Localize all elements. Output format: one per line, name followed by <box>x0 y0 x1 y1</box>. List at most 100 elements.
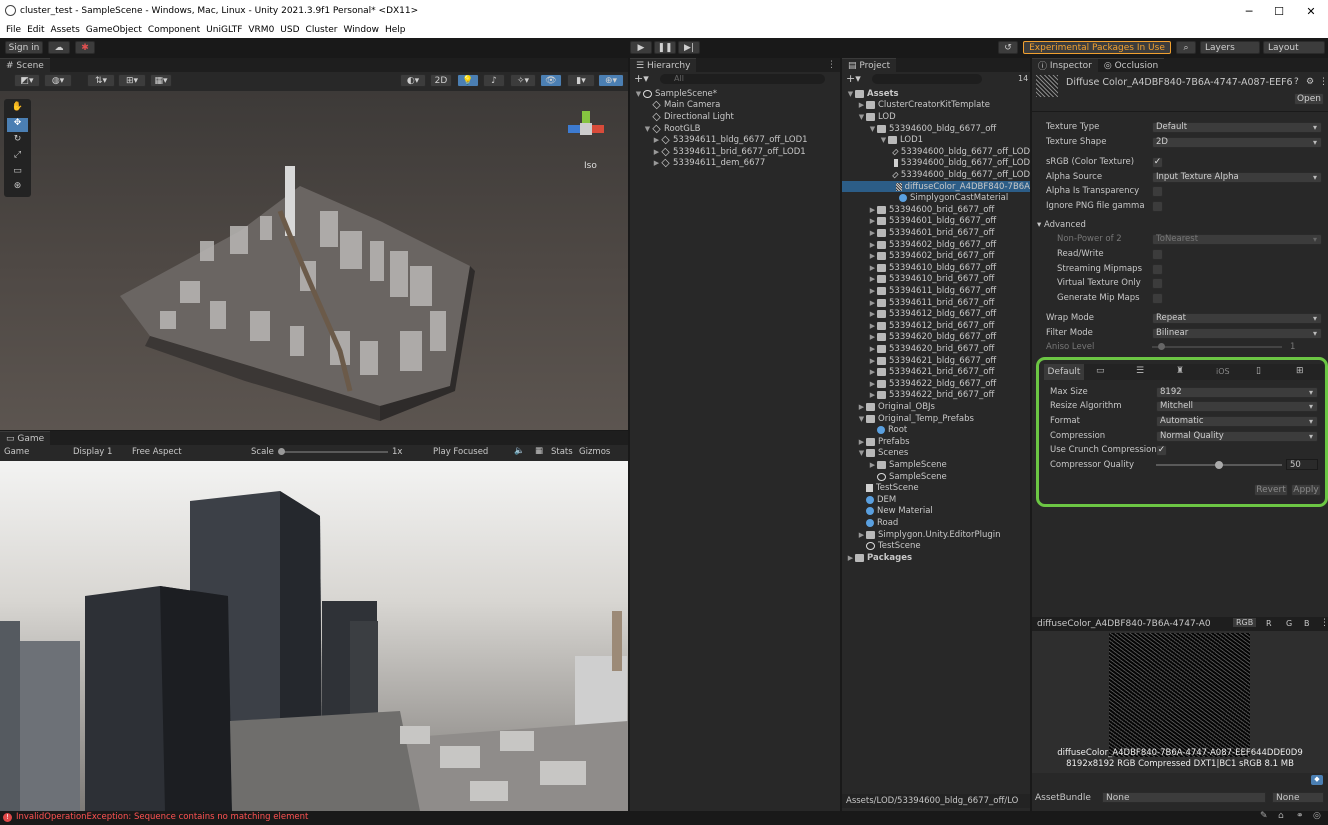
cloud-icon[interactable]: ☁ <box>48 41 70 54</box>
help-icon[interactable]: ? <box>1294 77 1299 87</box>
srgb-checkbox[interactable]: ✓ <box>1152 156 1163 168</box>
scale-slider[interactable] <box>278 448 388 455</box>
read-write-checkbox[interactable] <box>1152 248 1163 260</box>
resize-algorithm-dropdown[interactable]: Mitchell <box>1156 400 1318 412</box>
chevron-right-icon[interactable]: ▶ <box>868 357 877 365</box>
texture-shape-dropdown[interactable]: 2D <box>1152 136 1322 148</box>
tab-occlusion[interactable]: ◎ Occlusion <box>1097 58 1165 72</box>
layers-dropdown[interactable]: Layers <box>1200 41 1260 54</box>
hierarchy-search-input[interactable]: All <box>660 74 825 84</box>
project-item-row[interactable]: ▶ 53394611_bldg_6677_off <box>842 285 1030 297</box>
compressor-quality-value[interactable]: 50 <box>1286 459 1318 470</box>
tab-scene[interactable]: # Scene <box>0 58 50 72</box>
menu-item-assets[interactable]: Assets <box>51 25 80 35</box>
revert-button[interactable]: Revert <box>1254 484 1288 496</box>
settings-icon[interactable]: ⚙ <box>1306 77 1314 87</box>
project-item-row[interactable]: 53394600_bldg_6677_off_LOD <box>842 146 1030 158</box>
project-item-row[interactable]: TestScene <box>842 540 1030 552</box>
shading-mode-icon[interactable]: ◐▾ <box>400 74 426 87</box>
project-item-row[interactable]: 53394600_bldg_6677_off_LOD <box>842 158 1030 170</box>
alpha-transparency-checkbox[interactable] <box>1152 185 1163 197</box>
project-item-row[interactable]: ▶ 53394620_brid_6677_off <box>842 343 1030 355</box>
chevron-right-icon[interactable]: ▶ <box>868 275 877 283</box>
project-item-row[interactable]: ▶ 53394620_bldg_6677_off <box>842 332 1030 344</box>
hidden-objects-icon[interactable]: 👁 <box>540 74 562 87</box>
label-tag-icon[interactable]: ◆ <box>1311 775 1323 785</box>
menu-item-gameobject[interactable]: GameObject <box>86 25 142 35</box>
project-item-row[interactable]: ▶ SampleScene <box>842 459 1030 471</box>
play-mode-dropdown[interactable]: Play Focused <box>433 447 488 457</box>
project-item-row[interactable]: ▶ 53394602_brid_6677_off <box>842 250 1030 262</box>
add-asset-icon[interactable]: +▾ <box>846 72 861 85</box>
search-icon[interactable]: ⌕ <box>1176 41 1196 54</box>
texture-type-dropdown[interactable]: Default <box>1152 121 1322 133</box>
chevron-right-icon[interactable]: ▶ <box>868 310 877 318</box>
chevron-right-icon[interactable]: ▶ <box>868 241 877 249</box>
stats-button[interactable]: Stats <box>551 447 573 457</box>
display-dropdown[interactable]: Display 1 <box>73 447 112 457</box>
wrap-mode-dropdown[interactable]: Repeat <box>1152 312 1322 324</box>
non-power-dropdown[interactable]: ToNearest <box>1152 233 1322 245</box>
tab-project[interactable]: ▤ Project <box>842 58 897 72</box>
chevron-right-icon[interactable]: ▶ <box>868 345 877 353</box>
scene-viewport[interactable]: ✋ ✥ ↻ ⤢ ▭ ⊛ Iso <box>0 91 628 430</box>
chevron-down-icon[interactable]: ▼ <box>868 125 877 133</box>
project-item-row[interactable]: ▶ 53394612_bldg_6677_off <box>842 308 1030 320</box>
chevron-down-icon[interactable]: ▼ <box>857 113 866 121</box>
chevron-right-icon[interactable]: ▶ <box>868 322 877 330</box>
menu-item-component[interactable]: Component <box>148 25 200 35</box>
gizmos-icon[interactable]: ⊕▾ <box>598 74 624 87</box>
status-icon-c[interactable]: ⚭ <box>1296 811 1304 821</box>
menu-item-window[interactable]: Window <box>343 25 379 35</box>
gizmos-button[interactable]: Gizmos <box>579 447 610 457</box>
status-message[interactable]: InvalidOperationException: Sequence cont… <box>16 812 308 822</box>
chevron-down-icon[interactable]: ▼ <box>634 90 643 98</box>
step-button[interactable]: ▶| <box>678 41 700 54</box>
panel-menu-icon[interactable]: ⋮ <box>827 60 836 70</box>
globe-icon[interactable]: ◍▾ <box>44 74 72 87</box>
chevron-right-icon[interactable]: ▶ <box>868 287 877 295</box>
project-item-row[interactable]: ▶ 53394612_brid_6677_off <box>842 320 1030 332</box>
rotate-tool-icon[interactable]: ↻ <box>7 134 28 148</box>
grid-snap-icon[interactable]: ⊞▾ <box>118 74 146 87</box>
collab-icon[interactable]: ✱ <box>75 41 95 54</box>
sign-in-button[interactable]: Sign in <box>5 41 43 54</box>
project-item-row[interactable]: ▶ Original_OBJs <box>842 401 1030 413</box>
project-item-row[interactable]: ▶ 53394621_bldg_6677_off <box>842 355 1030 367</box>
undo-history-icon[interactable]: ↺ <box>998 41 1018 54</box>
hierarchy-item-row[interactable]: ▼ SampleScene* <box>630 88 840 100</box>
tab-inspector[interactable]: ⓘ Inspector <box>1032 58 1098 72</box>
chevron-down-icon[interactable]: ▼ <box>643 125 652 133</box>
pivot-icon[interactable]: ⇅▾ <box>87 74 115 87</box>
crunch-checkbox[interactable]: ✓ <box>1156 444 1167 456</box>
status-icon-b[interactable]: ⌂ <box>1278 811 1284 821</box>
close-icon[interactable]: ✕ <box>1294 0 1328 22</box>
chevron-right-icon[interactable]: ▶ <box>857 531 866 539</box>
compressor-quality-slider[interactable] <box>1156 461 1282 469</box>
layout-dropdown[interactable]: Layout <box>1263 41 1325 54</box>
project-item-row[interactable]: ▶ 53394610_bldg_6677_off <box>842 262 1030 274</box>
hierarchy-item-row[interactable]: ▶ 53394611_bldg_6677_off_LOD1 <box>630 134 840 146</box>
project-item-row[interactable]: ▶ 53394601_brid_6677_off <box>842 227 1030 239</box>
project-item-row[interactable]: ▶ 53394611_brid_6677_off <box>842 297 1030 309</box>
project-search-input[interactable] <box>872 74 982 84</box>
lighting-icon[interactable]: 💡 <box>457 74 479 87</box>
assetbundle-variant-dropdown[interactable]: None <box>1272 792 1324 803</box>
project-item-row[interactable]: ▶ Packages <box>842 552 1030 564</box>
project-item-row[interactable]: Road <box>842 517 1030 529</box>
compression-dropdown[interactable]: Normal Quality <box>1156 430 1318 442</box>
channel-b-button[interactable]: B <box>1304 619 1310 628</box>
hand-tool-icon[interactable]: ✋ <box>7 102 28 116</box>
project-item-row[interactable]: diffuseColor_A4DBF840-7B6A <box>842 180 1030 193</box>
project-item-row[interactable]: ▼ LOD <box>842 111 1030 123</box>
streaming-checkbox[interactable] <box>1152 263 1163 275</box>
chevron-right-icon[interactable]: ▶ <box>868 217 877 225</box>
chevron-right-icon[interactable]: ▶ <box>652 159 661 167</box>
filter-mode-dropdown[interactable]: Bilinear <box>1152 327 1322 339</box>
project-item-row[interactable]: ▼ Original_Temp_Prefabs <box>842 413 1030 425</box>
toggle-2d-button[interactable]: 2D <box>430 74 452 87</box>
ios-tab[interactable]: iOS <box>1216 367 1230 376</box>
chevron-down-icon[interactable]: ▼ <box>846 90 855 98</box>
status-icon-a[interactable]: ✎ <box>1260 811 1268 821</box>
chevron-right-icon[interactable]: ▶ <box>868 229 877 237</box>
